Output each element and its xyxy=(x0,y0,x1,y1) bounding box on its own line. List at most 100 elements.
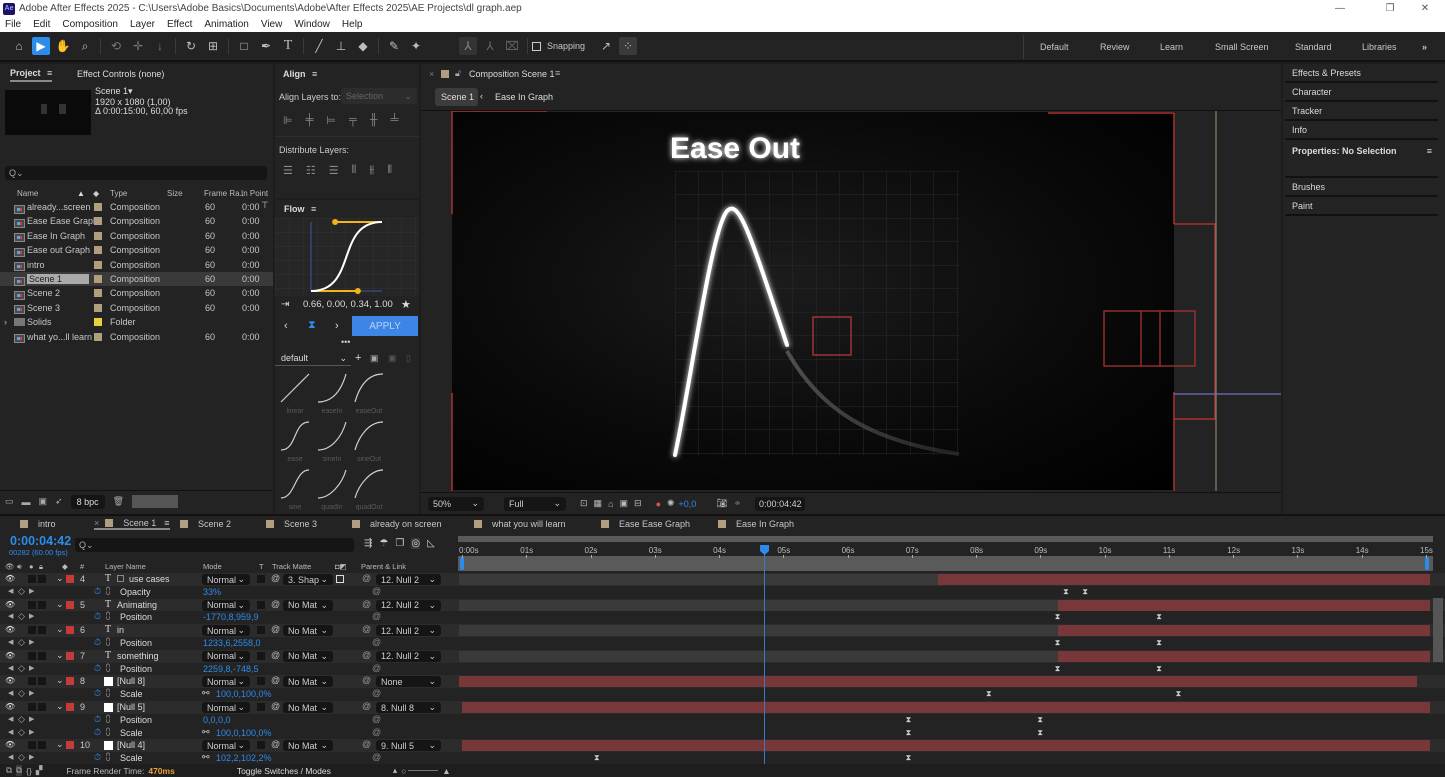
property-value[interactable]: 1233,6,2558,0 xyxy=(203,638,261,648)
orbit-camera-icon[interactable]: ⟲ xyxy=(107,37,125,55)
property-value[interactable]: 100,0,100,0% xyxy=(216,728,272,738)
lock-switch[interactable] xyxy=(38,703,46,711)
rotation-tool-icon[interactable]: ↻ xyxy=(182,37,200,55)
preserve-transparency-switch[interactable] xyxy=(257,741,265,750)
panel-menu-icon[interactable]: ≡ xyxy=(311,204,316,214)
puppet-pin-icon[interactable]: ✦ xyxy=(407,37,425,55)
snap-features-icon[interactable]: ⁘ xyxy=(619,37,638,55)
col-parent[interactable]: Parent & Link xyxy=(361,562,406,571)
project-item[interactable]: Scene 3 Composition 60 0:00 xyxy=(0,301,273,315)
dolly-camera-icon[interactable]: ↓ xyxy=(151,37,169,55)
constrain-proportions-icon[interactable]: ⚯ xyxy=(202,752,210,763)
exposure-value[interactable]: +0,0 xyxy=(679,499,697,509)
region-of-interest-icon[interactable]: ⊟ xyxy=(634,498,642,509)
preserve-transparency-switch[interactable] xyxy=(257,651,265,660)
flow-preset[interactable]: quadOut xyxy=(351,466,387,511)
apply-button[interactable]: APPLY xyxy=(352,316,418,336)
property-row[interactable]: ◀ ◇ ▶ ⏱︎ ⩇ Position 0,0,0,0 @ ⧗ ⧗ xyxy=(0,713,1445,727)
keyframe-easy-ease[interactable]: ⧗ xyxy=(1055,639,1061,647)
solo-switch[interactable] xyxy=(28,741,36,750)
stopwatch-icon[interactable]: ⏱︎ xyxy=(94,611,101,622)
align-to-dropdown[interactable]: Selection ⌄ xyxy=(341,88,417,104)
layer-row[interactable]: 👁︎ ⌄ 7 T something Normal ⌄ @ No Mat ⌄ @ 1… xyxy=(0,649,1445,663)
prev-keyframe-icon[interactable]: ◀ xyxy=(8,689,13,697)
snapping-toggle[interactable]: Snapping xyxy=(532,41,585,51)
export-preset-icon[interactable]: ▣ xyxy=(388,353,397,364)
col-layer-name[interactable]: Layer Name xyxy=(105,562,146,571)
flow-preset[interactable]: sine xyxy=(277,466,313,511)
workspace-default[interactable]: Default xyxy=(1040,32,1069,62)
stopwatch-icon[interactable]: ⏱︎ xyxy=(94,663,101,674)
lock-switch[interactable] xyxy=(38,651,46,660)
label-color-swatch[interactable] xyxy=(66,651,74,660)
visibility-eye-icon[interactable]: 👁︎ xyxy=(5,651,15,660)
add-keyframe-icon[interactable]: ◇ xyxy=(18,611,25,622)
magnification-dropdown[interactable]: 50% ⌄ xyxy=(428,496,484,511)
panel-menu-icon[interactable]: ≡ xyxy=(312,69,317,79)
parent-dropdown[interactable]: None ⌄ xyxy=(376,676,441,688)
eraser-icon[interactable]: ◆ xyxy=(354,37,372,55)
layer-duration-bar[interactable] xyxy=(459,676,1418,688)
project-item[interactable]: › Solids Folder xyxy=(0,315,273,329)
layer-name[interactable]: [Null 8] xyxy=(117,676,145,686)
graph-icon[interactable]: ⩇ xyxy=(106,727,110,738)
label-color-swatch[interactable] xyxy=(66,600,74,609)
parent-dropdown[interactable]: 12. Null 2 ⌄ xyxy=(376,574,441,585)
add-preset-icon[interactable]: + xyxy=(355,352,361,364)
track-matte-dropdown[interactable]: No Mat ⌄ xyxy=(283,650,333,662)
distribute-left-icon[interactable]: ⫴ xyxy=(352,164,357,177)
breadcrumb-scene-1[interactable]: Scene 1 xyxy=(435,88,478,106)
project-item[interactable]: Scene 2 Composition 60 0:00 xyxy=(0,286,273,300)
expression-pickwhip-icon[interactable]: @ xyxy=(372,586,381,596)
view-axis-icon[interactable]: ⌧ xyxy=(503,37,521,55)
draft-3d-icon[interactable]: ☂ xyxy=(379,538,388,549)
project-item[interactable]: Ease In Graph Composition 60 0:00 xyxy=(0,229,273,243)
layer-row[interactable]: 👁︎ ⌄ 6 T in Normal ⌄ @ No Mat ⌄ @ 12. Null… xyxy=(0,624,1445,637)
label-color-swatch[interactable] xyxy=(66,677,74,686)
world-axis-icon[interactable]: ⅄ xyxy=(481,37,499,55)
parent-dropdown[interactable]: 12. Null 2 ⌄ xyxy=(376,599,441,611)
pickwhip-icon[interactable]: @ xyxy=(271,650,280,660)
zoom-out-icon[interactable]: ▴ xyxy=(393,765,397,776)
panel-menu-icon[interactable]: ≡ xyxy=(555,68,560,78)
panel-info[interactable]: Info xyxy=(1285,121,1438,140)
graph-icon[interactable]: ⩇ xyxy=(106,688,110,699)
label-color-swatch[interactable] xyxy=(66,703,74,711)
flow-preset[interactable]: sineOut xyxy=(351,418,387,463)
blend-mode-dropdown[interactable]: Normal ⌄ xyxy=(202,740,250,752)
mask-visibility-icon[interactable]: ⌂ xyxy=(608,499,613,509)
label-color-swatch[interactable] xyxy=(66,575,74,583)
playhead-line[interactable] xyxy=(764,545,766,764)
rectangle-tool-icon[interactable]: □ xyxy=(235,37,253,55)
render-time-icon[interactable]: ▞ xyxy=(36,765,43,776)
col-type[interactable]: Type xyxy=(110,189,127,198)
timeline-tab[interactable]: × Scene 1 ≡ xyxy=(94,517,170,530)
project-item[interactable]: already...screen Composition 60 0:00 xyxy=(0,200,273,214)
layer-name[interactable]: Animating xyxy=(117,600,157,610)
keyframe-easy-ease[interactable]: ⧗ xyxy=(906,715,912,723)
label-color-swatch[interactable] xyxy=(94,303,102,312)
lock-toggle-icon[interactable]: 🔒︎ xyxy=(39,562,43,572)
type-tool-icon[interactable]: T xyxy=(279,37,297,55)
preserve-transparency-switch[interactable] xyxy=(257,600,265,609)
timeline-zoom-slider-handle[interactable]: ○ xyxy=(401,766,406,776)
visibility-eye-icon[interactable]: 👁︎ xyxy=(5,574,15,583)
add-keyframe-icon[interactable]: ◇ xyxy=(18,727,25,738)
stopwatch-icon[interactable]: ⏱︎ xyxy=(94,752,101,763)
prev-keyframe-icon[interactable]: ◀ xyxy=(8,728,13,736)
blend-mode-dropdown[interactable]: Normal ⌄ xyxy=(202,599,250,611)
add-keyframe-icon[interactable]: ◇ xyxy=(18,714,25,725)
delete-preset-icon[interactable]: ▯ xyxy=(406,353,411,364)
close-button[interactable]: ✕ xyxy=(1410,0,1440,17)
lock-switch[interactable] xyxy=(38,575,46,583)
flow-preset[interactable]: sineIn xyxy=(314,418,350,463)
col-track-matte[interactable]: Track Matte xyxy=(272,562,311,571)
label-color-swatch[interactable] xyxy=(94,275,102,283)
restore-button[interactable]: ❐ xyxy=(1375,0,1405,17)
expand-chevron-icon[interactable]: › xyxy=(4,317,7,327)
parent-pickwhip-icon[interactable]: @ xyxy=(362,650,371,660)
solo-switch[interactable] xyxy=(28,677,36,686)
track-matte-dropdown[interactable]: 3. Shap ⌄ xyxy=(283,574,333,585)
local-axis-icon[interactable]: ⅄ xyxy=(459,37,477,55)
close-tab-icon[interactable]: × xyxy=(94,518,99,528)
